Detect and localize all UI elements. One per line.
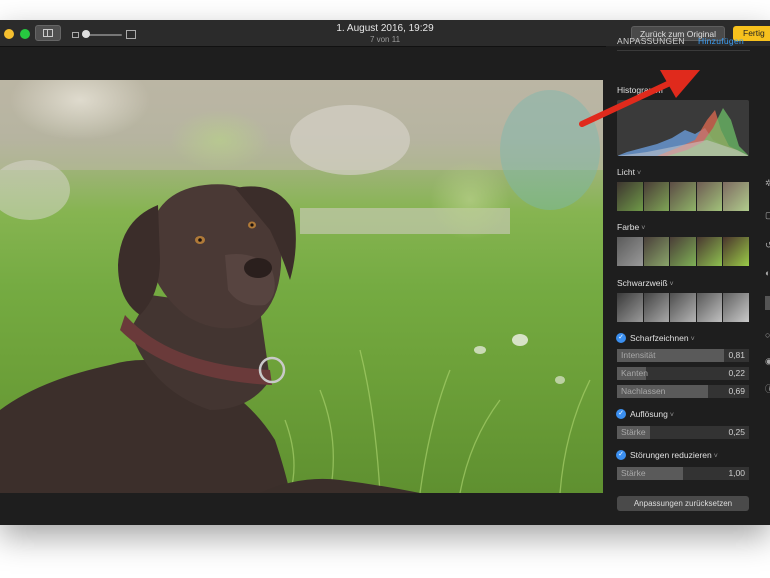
preset-thumb[interactable] [696, 293, 723, 322]
slider-name: Nachlassen [621, 386, 666, 396]
slider-value: 0,69 [728, 386, 745, 396]
slider-name: Stärke [621, 427, 646, 437]
chevron-down-icon: ˅ [690, 336, 695, 343]
chevron-down-icon: ˅ [669, 412, 674, 419]
section-color[interactable]: Farbe ˅ [617, 222, 645, 232]
section-definition[interactable]: Auflösung ˅ [630, 409, 674, 419]
preset-thumb[interactable] [617, 237, 643, 266]
preset-thumb[interactable] [723, 237, 749, 266]
light-presets[interactable] [617, 182, 749, 211]
histogram-chart [617, 100, 749, 156]
slider-name: Stärke [621, 468, 646, 478]
tool-filter-icon[interactable]: ◐ [765, 268, 770, 278]
preset-thumb[interactable] [696, 182, 723, 211]
slider-value: 0,25 [728, 427, 745, 437]
tool-adjust-icon[interactable] [765, 296, 770, 310]
section-light-label: Licht [617, 167, 635, 177]
tool-rotate-icon[interactable]: ↺ [765, 240, 770, 251]
chevron-down-icon: ˅ [713, 453, 718, 460]
preset-thumb[interactable] [723, 182, 749, 211]
preset-thumb[interactable] [723, 293, 749, 322]
preset-thumb[interactable] [670, 293, 696, 322]
slider-edges[interactable]: Kanten 0,22 [617, 367, 749, 380]
slider-noise-strength[interactable]: Stärke 1,00 [617, 467, 749, 480]
dog-photo [0, 80, 603, 493]
tool-crop-icon[interactable]: ▢ [765, 210, 770, 221]
section-sharpen[interactable]: Scharfzeichnen ˅ [630, 333, 695, 343]
slider-intensity[interactable]: Intensität 0,81 [617, 349, 749, 362]
preset-thumb[interactable] [670, 182, 696, 211]
tab-divider [617, 50, 750, 51]
slider-value: 1,00 [728, 468, 745, 478]
slider-falloff[interactable]: Nachlassen 0,69 [617, 385, 749, 398]
chevron-down-icon: ˅ [636, 170, 642, 177]
section-light[interactable]: Licht ˅ [617, 167, 641, 177]
definition-label: Auflösung [630, 409, 668, 419]
sharpen-check-icon[interactable]: ✓ [616, 333, 626, 343]
slider-definition-strength[interactable]: Stärke 0,25 [617, 426, 749, 439]
tool-retouch-icon[interactable]: ○ [765, 330, 770, 340]
section-color-label: Farbe [617, 222, 640, 232]
slider-name: Kanten [621, 368, 648, 378]
tool-info-icon[interactable]: ⓘ [765, 382, 770, 395]
slider-value: 0,22 [728, 368, 745, 378]
color-presets[interactable] [617, 237, 749, 266]
definition-check-icon[interactable]: ✓ [616, 409, 626, 419]
noise-label: Störungen reduzieren [630, 450, 712, 460]
preset-thumb[interactable] [670, 237, 696, 266]
reset-adjustments-button[interactable]: Anpassungen zurücksetzen [617, 496, 749, 511]
preset-thumb[interactable] [643, 293, 670, 322]
tool-enhance-icon[interactable]: ✲ [765, 178, 770, 189]
sharpen-label: Scharfzeichnen [630, 333, 689, 343]
chevron-down-icon: ˅ [641, 225, 646, 232]
chevron-down-icon: ˅ [669, 281, 674, 288]
tool-redeye-icon[interactable]: ◉ [765, 356, 770, 367]
bw-presets[interactable] [617, 293, 749, 322]
preset-thumb[interactable] [696, 237, 723, 266]
noise-check-icon[interactable]: ✓ [616, 450, 626, 460]
section-bw-label: Schwarzweiß [617, 278, 668, 288]
tab-add[interactable]: Hinzufügen [698, 36, 744, 46]
tab-adjust[interactable]: ANPASSUNGEN [617, 36, 685, 46]
section-bw[interactable]: Schwarzweiß ˅ [617, 278, 674, 288]
slider-name: Intensität [621, 350, 656, 360]
preset-thumb[interactable] [643, 237, 670, 266]
preset-thumb[interactable] [643, 182, 670, 211]
preset-thumb[interactable] [617, 293, 643, 322]
slider-value: 0,81 [728, 350, 745, 360]
section-noise-reduction[interactable]: Störungen reduzieren ˅ [630, 450, 718, 460]
preset-thumb[interactable] [617, 182, 643, 211]
histogram-label: Histogramm [617, 85, 663, 95]
photo-canvas[interactable] [0, 80, 603, 493]
